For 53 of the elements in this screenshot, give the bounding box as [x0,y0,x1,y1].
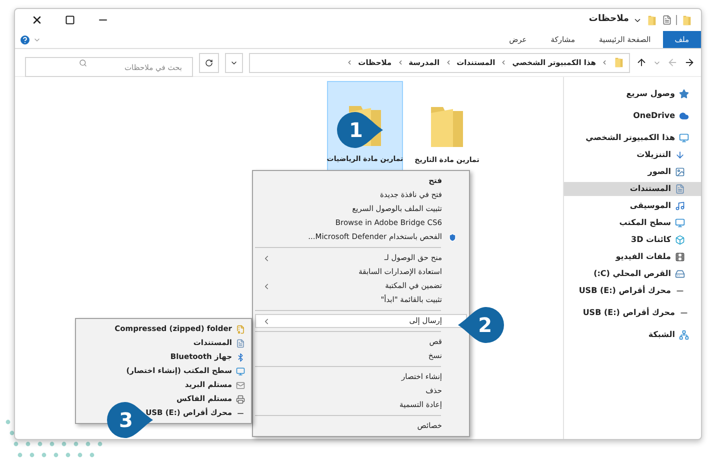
mail-icon [236,380,245,390]
help-icon[interactable] [19,34,31,46]
sidebar-item[interactable]: سطح المكتب [564,216,701,230]
sidebar-item[interactable]: محرك أقراص USB (E:) [564,284,701,298]
refresh-icon [205,58,213,66]
chevron-icon [601,59,608,66]
chevron-icon [500,59,508,66]
refresh-button[interactable] [199,52,219,72]
music-note-icon [675,201,685,211]
picture-icon [675,167,685,177]
cloud-icon [679,111,689,121]
document-icon [236,338,245,348]
close-icon[interactable] [31,14,43,26]
bluetooth-icon [236,352,245,362]
sidebar-item[interactable]: ملفات الفيديو [564,250,701,264]
search-icon [79,58,87,66]
download-icon [675,150,685,160]
fax-icon [236,394,245,404]
sidebar-item[interactable]: OneDrive [564,109,701,123]
sidebar-item[interactable]: الموسيقى [564,199,701,213]
step-marker: 2 [458,307,504,343]
step-marker: 1 [337,112,383,148]
sidebar-item[interactable]: محرك أقراص USB (E:) [564,306,701,320]
window-title: ملاحظات [588,13,629,26]
sidebar-item[interactable]: التنزيلات [564,148,701,162]
monitor-icon [679,133,689,143]
network-icon [679,330,689,340]
sidebar-item[interactable]: وصول سريع [564,87,701,101]
desktop-icon [236,366,245,376]
folder-icon [613,57,625,68]
sidebar-item[interactable]: القرص المحلي (C:) [564,267,701,281]
zip-folder-icon [236,324,245,334]
maximize-icon[interactable] [65,15,75,25]
drive-icon [675,269,685,279]
chevron-icon [396,59,404,66]
document-icon [662,15,672,25]
chevron-icon [346,59,354,66]
sidebar-item[interactable]: الشبكة [564,328,701,342]
folder-icon [646,14,658,26]
up-icon[interactable] [636,57,647,68]
sidebar-item[interactable]: هذا الكمبيوتر الشخصي [564,131,701,145]
star-icon [679,89,689,99]
folder-icon [681,14,693,26]
shield-icon [448,232,456,242]
sidebar-item[interactable]: الصور [564,165,701,179]
back-icon[interactable] [684,57,695,68]
chevron-icon [444,59,452,66]
film-icon [675,252,685,262]
sidebar-item[interactable]: المستندات [564,182,701,196]
document-icon [675,184,685,194]
cube-icon [675,235,685,245]
sidebar-item[interactable]: كائنات 3D [564,233,701,247]
desktop-icon [675,218,685,228]
